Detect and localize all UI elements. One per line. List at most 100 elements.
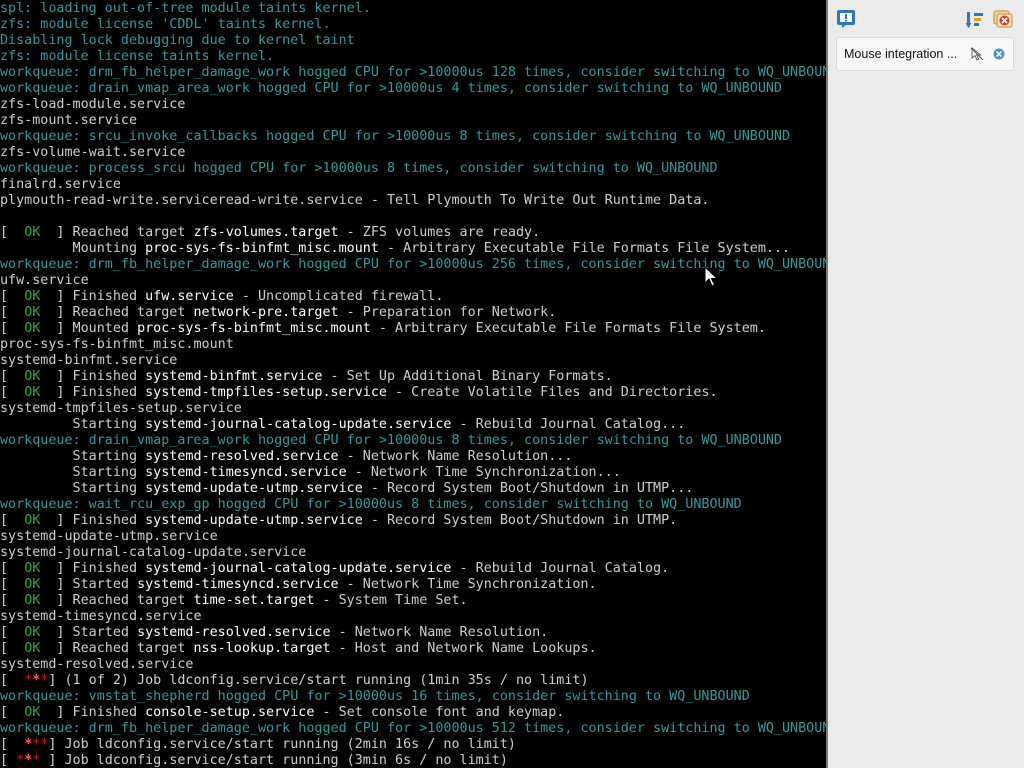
console-text: systemd-timesyncd.service [137, 577, 339, 592]
console-text: workqueue: vmstat_shepherd hogged CPU fo… [0, 689, 750, 704]
console-text: systemd-journal-catalog-update.service [145, 417, 452, 432]
console-text: Starting [0, 465, 146, 480]
console-line: [ OK ] Reached target zfs-volumes.target… [0, 225, 540, 241]
console-text: OK [24, 289, 41, 304]
console-text: ] Reached target [40, 641, 194, 656]
mouse-pointer-off-icon[interactable] [970, 47, 984, 61]
console-line: workqueue: drain_vmap_area_work hogged C… [0, 433, 782, 449]
console-text: systemd-journal-catalog-update.service [0, 545, 307, 560]
console-text: - Network Time Synchronization... [346, 465, 621, 480]
console-text: - Rebuild Journal Catalog... [451, 417, 686, 432]
notification-center-icon[interactable] [836, 9, 856, 29]
console-line: zfs: module license taints kernel. [0, 49, 274, 65]
console-text: zfs: module license 'CDDL' taints kernel… [0, 17, 331, 32]
console-line: proc-sys-fs-binfmt_misc.mount [0, 337, 234, 353]
console-line: [ OK ] Mounted proc-sys-fs-binfmt_misc.m… [0, 321, 766, 337]
console-text: [ [0, 321, 25, 336]
console-text: [ [0, 753, 17, 768]
console-text: zfs-load-module.service [0, 97, 186, 112]
console-text: OK [24, 225, 41, 240]
console-text: finalrd.service [0, 177, 121, 192]
console-text: ] Finished [40, 385, 146, 400]
console-text: workqueue: drain_vmap_area_work hogged C… [0, 81, 782, 96]
console-text: Mounting [0, 241, 146, 256]
console-text: [ [0, 705, 25, 720]
notification-panel: Mouse integration ... [826, 0, 1024, 768]
console-text: zfs: module license taints kernel. [0, 49, 275, 64]
console-line: zfs-load-module.service [0, 97, 185, 113]
close-all-icon[interactable] [993, 10, 1013, 30]
mouse-cursor-icon [704, 266, 718, 287]
console-line: zfs: module license 'CDDL' taints kernel… [0, 17, 331, 33]
console-text: OK [24, 705, 41, 720]
console-text: * [16, 753, 25, 768]
console-line: systemd-resolved.service [0, 657, 193, 673]
console-line: workqueue: srcu_invoke_callbacks hogged … [0, 129, 790, 145]
console-text: ] Finished [40, 513, 146, 528]
console-text: [ [0, 289, 25, 304]
console-text: Starting [0, 449, 146, 464]
console-line: zfs-volume-wait.service [0, 145, 185, 161]
mouse-integration-notification[interactable]: Mouse integration ... [836, 37, 1014, 71]
console-text: OK [24, 641, 41, 656]
console-text: systemd-update-utmp.service [0, 529, 218, 544]
console-text: systemd-tmpfiles-setup.service [145, 385, 387, 400]
console-text: - Record System Boot/Shutdown in UTMP. [362, 513, 678, 528]
console-text: [ [0, 577, 25, 592]
console-line: [ ***] (1 of 2) Job ldconfig.service/sta… [0, 673, 589, 689]
console-text: [ [0, 593, 25, 608]
console-text: zfs-mount.service [0, 113, 138, 128]
console-text: workqueue: srcu_invoke_callbacks hogged … [0, 129, 791, 144]
console-line: workqueue: wait_rcu_exp_gp hogged CPU fo… [0, 497, 742, 513]
console-text: - Uncomplicated firewall. [233, 289, 444, 304]
sort-icon[interactable] [965, 10, 985, 30]
console-text: OK [24, 513, 41, 528]
console-text: - Arbitrary Executable File Formats File… [378, 241, 791, 256]
console-text: Starting [0, 417, 146, 432]
console-text: proc-sys-fs-binfmt_misc.mount [137, 321, 371, 336]
console-text: [ [0, 385, 25, 400]
console-line: Mounting proc-sys-fs-binfmt_misc.mount -… [0, 241, 791, 257]
console-line: [ ***] Job ldconfig.service/start runnin… [0, 737, 516, 753]
console-text: OK [24, 369, 41, 384]
console-text: systemd-resolved.service [145, 449, 339, 464]
console-line: systemd-journal-catalog-update.service [0, 545, 306, 561]
console-text: ] Reached target [40, 305, 194, 320]
console-text: [ [0, 513, 25, 528]
console-line: workqueue: drm_fb_helper_damage_work hog… [0, 65, 828, 81]
console-text: [ [0, 561, 25, 576]
console-text: systemd-binfmt.service [0, 353, 178, 368]
console-line: Starting systemd-timesyncd.service - Net… [0, 465, 621, 481]
console-line: spl: loading out-of-tree module taints k… [0, 1, 371, 17]
console-text: systemd-timesyncd.service [0, 609, 202, 624]
console-line: plymouth-read-write.serviceread-write.se… [0, 193, 709, 209]
console-text: systemd-binfmt.service [145, 369, 323, 384]
console-text: OK [24, 577, 41, 592]
console-text: OK [24, 321, 41, 336]
console-text: OK [24, 625, 41, 640]
console-line: workqueue: drm_fb_helper_damage_work hog… [0, 721, 828, 737]
console-line: [ OK ] Started systemd-resolved.service … [0, 625, 548, 641]
console-text: ufw.service [0, 273, 89, 288]
console-text: - Set Up Additional Binary Formats. [322, 369, 613, 384]
console-line: Starting systemd-journal-catalog-update.… [0, 417, 686, 433]
console-text: - Record System Boot/Shutdown in UTMP... [362, 481, 694, 496]
console-line: systemd-timesyncd.service [0, 609, 202, 625]
console-text: - System Time Set. [314, 593, 468, 608]
notification-text: Mouse integration ... [844, 47, 958, 61]
console-text: [ [0, 625, 25, 640]
console-text: workqueue: drm_fb_helper_damage_work hog… [0, 721, 828, 736]
console-line: [ OK ] Started systemd-timesyncd.service… [0, 577, 597, 593]
console-text: - Tell Plymouth To Write Out Runtime Dat… [362, 193, 710, 208]
console-text: - Network Time Synchronization. [338, 577, 597, 592]
console-line: systemd-tmpfiles-setup.service [0, 401, 242, 417]
console-text: systemd-timesyncd.service [145, 465, 347, 480]
console-text: ] Reached target [40, 225, 194, 240]
console-text: - Network Name Resolution... [338, 449, 573, 464]
console-line: [ OK ] Finished systemd-journal-catalog-… [0, 561, 669, 577]
console-line: systemd-binfmt.service [0, 353, 177, 369]
console-text: network-pre.target [193, 305, 339, 320]
close-icon[interactable] [992, 47, 1006, 61]
console-line: [ OK ] Finished systemd-tmpfiles-setup.s… [0, 385, 718, 401]
console-text: systemd-tmpfiles-setup.service [0, 401, 242, 416]
